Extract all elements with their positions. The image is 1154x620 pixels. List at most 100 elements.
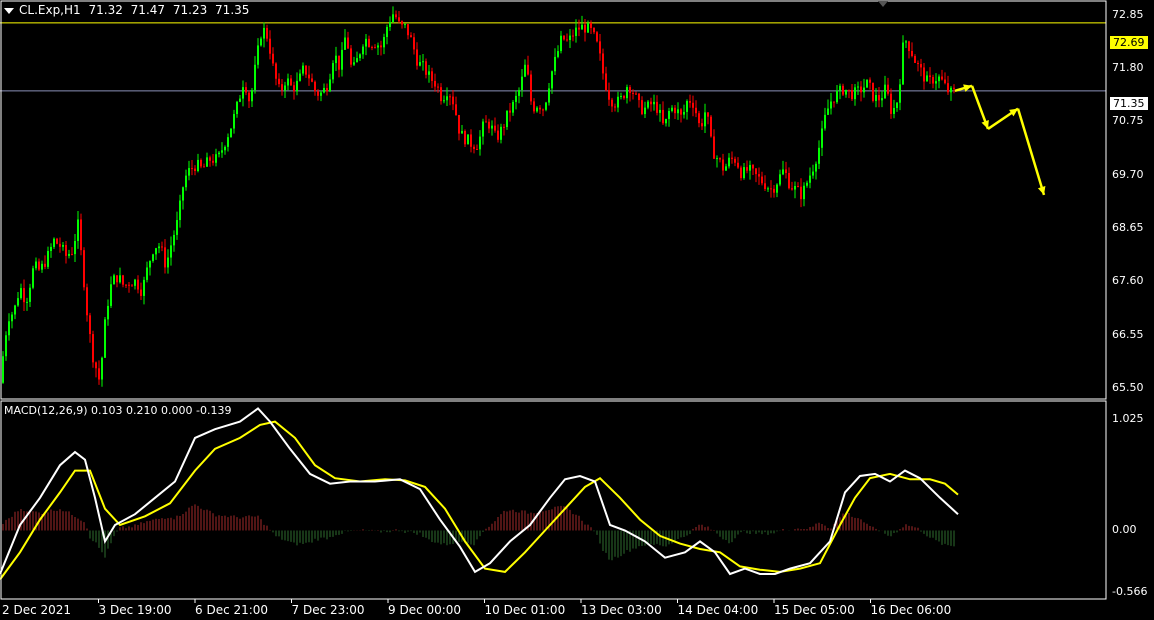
candle-bull [167,257,169,268]
candle-bear [71,253,73,255]
candle-bull [830,101,832,109]
candle-bull [35,261,37,269]
candle-bull [26,301,28,303]
candle-bull [536,107,538,112]
candle-bear [632,92,634,94]
candle-bull [569,35,571,41]
candle-bear [932,77,934,84]
candle-bull [173,234,175,246]
candle-bull [2,356,4,383]
open-value: 71.32 [88,3,123,17]
candle-bull [686,101,688,112]
candle-bull [518,90,520,96]
candle-bear [80,219,82,251]
candle-bear [833,101,835,103]
candle-bull [557,51,559,57]
candle-bull [836,90,838,103]
candle-bull [728,157,730,167]
candle-bull [815,163,817,172]
resistance-price-tag: 72.69 [1110,36,1148,49]
candle-bear [734,158,736,163]
candle-bear [641,100,643,115]
candle-bull [653,101,655,105]
candle-bear [929,75,931,78]
candle-bull [5,335,7,357]
candle-bull [548,88,550,103]
candle-bull [323,87,325,93]
candle-bear [758,174,760,177]
candle-bull [227,137,229,147]
candle-bear [374,47,376,49]
candle-bull [356,58,358,63]
candle-bull [683,111,685,115]
candle-bull [506,110,508,128]
candle-bull [803,185,805,200]
candle-bull [47,250,49,267]
candle-bull [113,275,115,285]
candle-bear [470,134,472,147]
candle-bull [875,95,877,101]
candle-bull [545,102,547,110]
candle-bear [599,41,601,54]
candle-bear [494,125,496,131]
candle-bear [680,109,682,115]
candle-bull [647,101,649,108]
candle-bull [884,84,886,99]
candle-bear [623,95,625,99]
candle-bear [710,116,712,137]
macd-value-3: 0.000 [161,404,193,417]
candle-bull [704,112,706,127]
candle-bear [752,165,754,169]
candle-bull [725,166,727,171]
candle-bull [422,61,424,63]
candle-bear [305,65,307,75]
candle-bull [866,79,868,88]
candle-bear [722,159,724,171]
candle-bear [209,157,211,161]
candle-bear [380,45,382,48]
candle-bear [539,107,541,110]
candle-bull [236,101,238,115]
price-axis-label: 65.50 [1112,380,1144,394]
candle-bear [488,121,490,129]
candle-bull [101,357,103,380]
candle-bull [362,46,364,55]
candle-bear [452,96,454,105]
candle-bear [788,172,790,189]
current-price-tag: 71.35 [1110,97,1148,110]
chevron-down-icon[interactable] [4,7,14,14]
candle-bull [20,288,22,299]
candle-bull [554,56,556,72]
candle-bull [812,171,814,176]
candle-bull [32,268,34,288]
macd-axis-label: 0.00 [1112,523,1137,537]
candle-bull [50,246,52,251]
candle-bear [509,110,511,113]
candle-bear [773,188,775,193]
candle-bear [869,79,871,83]
candle-bull [677,109,679,114]
candle-bear [770,188,772,190]
candle-bull [461,131,463,134]
candle-bull [512,101,514,113]
candle-bear [308,74,310,79]
candle-bear [314,81,316,92]
candle-bull [104,319,106,358]
candle-bear [746,167,748,171]
candle-bear [44,263,46,267]
candle-bear [914,56,916,63]
candle-bull [794,185,796,190]
candle-bull [806,182,808,186]
candle-bull [893,108,895,114]
candle-bear [860,86,862,93]
price-chart[interactable] [0,0,1154,620]
candle-bull [224,146,226,151]
candle-bear [164,247,166,268]
candle-bull [587,22,589,33]
candle-bear [371,46,373,48]
candle-bull [14,305,16,315]
price-axis-label: 69.70 [1112,167,1144,181]
candle-bull [881,98,883,101]
candle-bear [608,90,610,100]
candle-bull [233,114,235,129]
